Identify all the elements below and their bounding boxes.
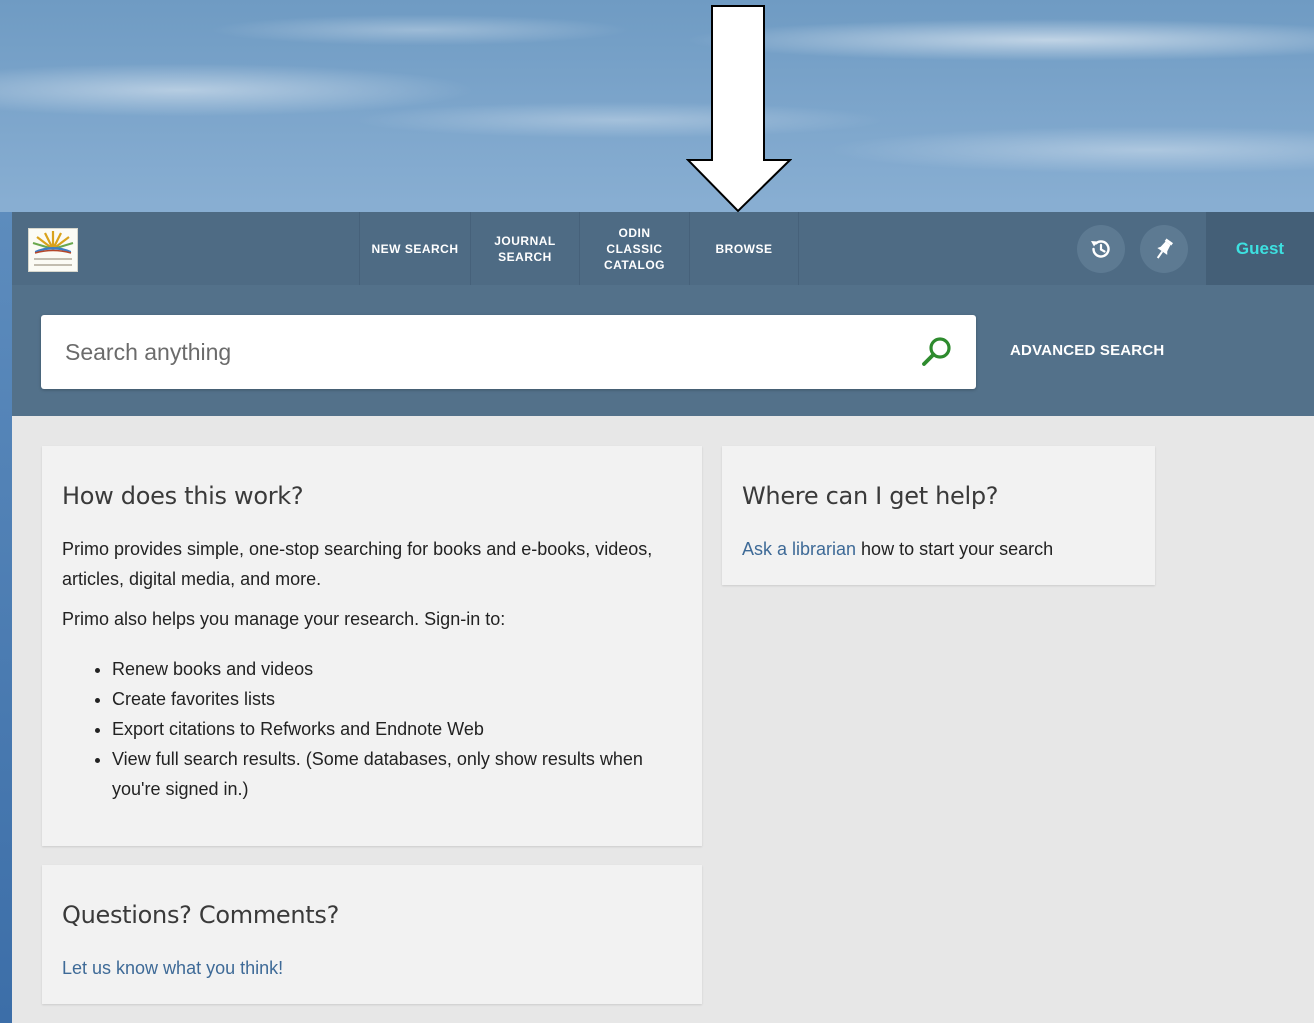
- search-band: ADVANCED SEARCH: [12, 285, 1314, 416]
- card-title: Where can I get help?: [742, 482, 999, 510]
- pin-icon: [1156, 238, 1174, 259]
- list-item: Create favorites lists: [112, 684, 682, 714]
- search-box: [41, 315, 976, 389]
- card-title: How does this work?: [62, 482, 304, 510]
- nav-journal-search[interactable]: JOURNAL SEARCH: [470, 212, 579, 285]
- top-navigation-bar: NEW SEARCH JOURNAL SEARCH ODIN CLASSIC C…: [12, 212, 1314, 285]
- desktop-edge: [0, 212, 12, 1023]
- where-can-i-get-help-card: Where can I get help? Ask a librarian ho…: [722, 446, 1155, 585]
- list-item: View full search results. (Some database…: [112, 744, 682, 804]
- card-title: Questions? Comments?: [62, 901, 340, 929]
- card-paragraph: Ask a librarian how to start your search: [742, 534, 1135, 564]
- card-paragraph: Primo provides simple, one-stop searchin…: [62, 539, 653, 589]
- questions-comments-card: Questions? Comments? Let us know what yo…: [42, 865, 702, 1004]
- list-item: Export citations to Refworks and Endnote…: [112, 714, 682, 744]
- nav-new-search[interactable]: NEW SEARCH: [359, 212, 470, 285]
- sign-in-benefits-list: Renew books and videos Create favorites …: [62, 654, 682, 804]
- ask-a-librarian-link[interactable]: Ask a librarian: [742, 539, 856, 559]
- history-icon: [1091, 240, 1110, 258]
- annotation-arrow-icon: [686, 5, 792, 213]
- search-submit-button[interactable]: [917, 334, 957, 372]
- search-icon: [922, 337, 951, 366]
- card-paragraph: Let us know what you think!: [62, 953, 682, 983]
- library-logo-icon: [32, 231, 74, 266]
- primo-app: NEW SEARCH JOURNAL SEARCH ODIN CLASSIC C…: [12, 212, 1314, 1023]
- sky-background: [0, 0, 1314, 212]
- advanced-search-link[interactable]: ADVANCED SEARCH: [1010, 342, 1164, 359]
- help-text: how to start your search: [856, 539, 1054, 559]
- how-does-this-work-card: How does this work? Primo provides simpl…: [42, 446, 702, 846]
- feedback-link[interactable]: Let us know what you think!: [62, 958, 283, 978]
- main-nav: NEW SEARCH JOURNAL SEARCH ODIN CLASSIC C…: [359, 212, 799, 285]
- list-item: Renew books and videos: [112, 654, 682, 684]
- pinned-items-button[interactable]: [1140, 225, 1188, 273]
- nav-odin-classic-catalog[interactable]: ODIN CLASSIC CATALOG: [579, 212, 689, 285]
- library-logo[interactable]: [28, 228, 78, 272]
- search-input[interactable]: [41, 315, 901, 389]
- card-paragraph: Primo also helps you manage your researc…: [62, 609, 506, 629]
- nav-browse[interactable]: BROWSE: [689, 212, 799, 285]
- user-menu-guest[interactable]: Guest: [1206, 212, 1314, 285]
- search-history-button[interactable]: [1077, 225, 1125, 273]
